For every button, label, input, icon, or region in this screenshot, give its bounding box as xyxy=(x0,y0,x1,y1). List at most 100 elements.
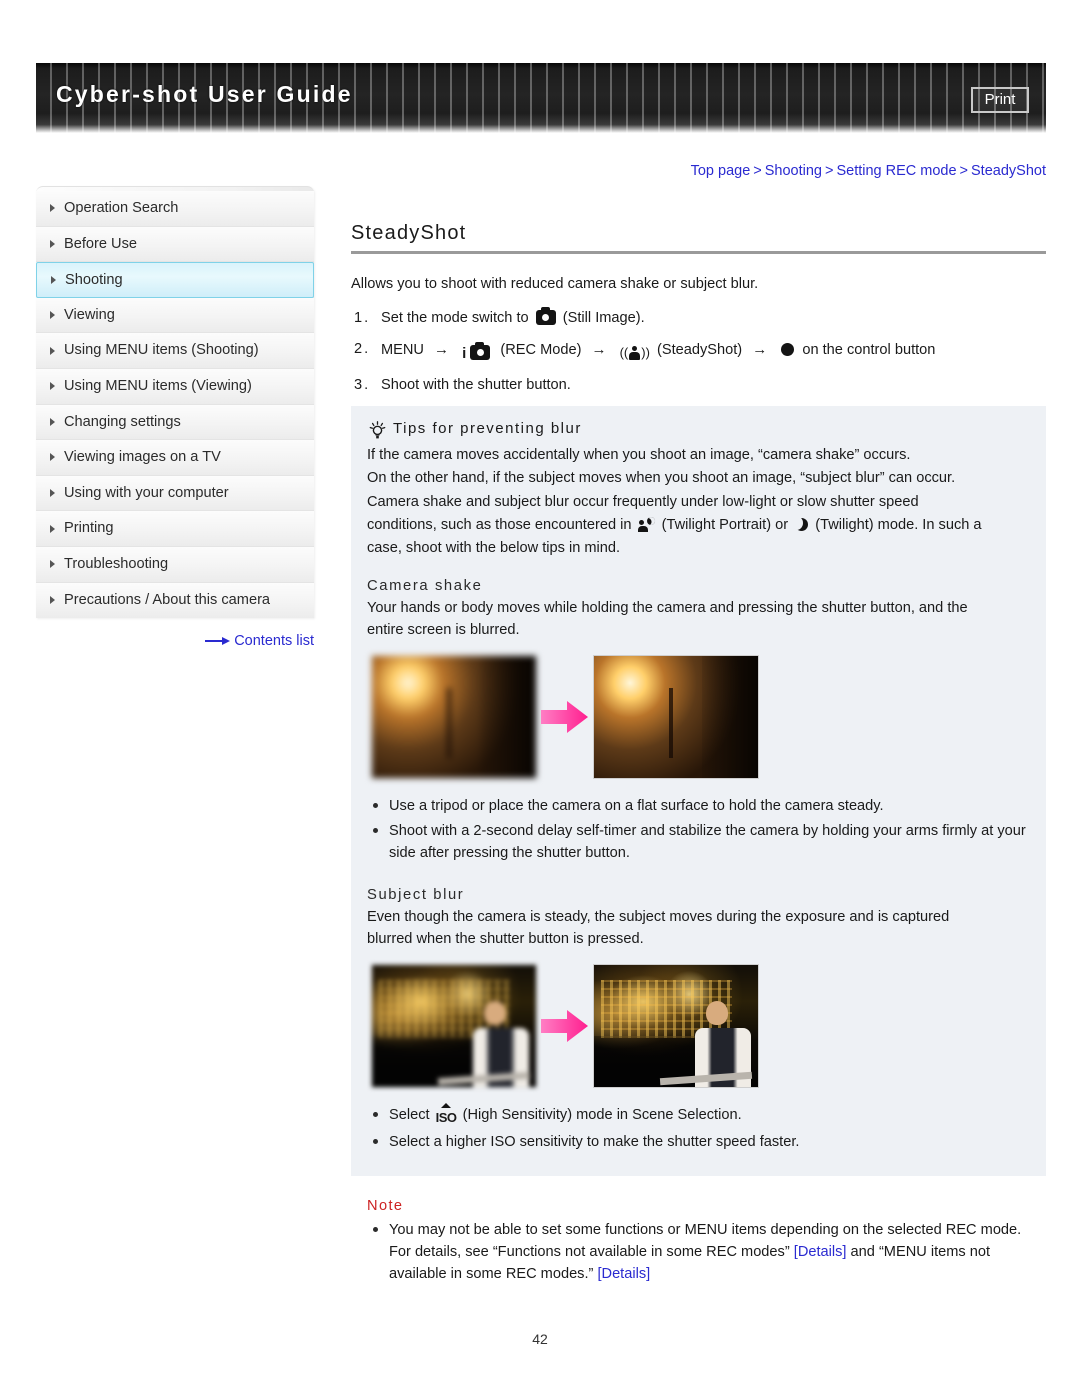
sidebar-item-label: Operation Search xyxy=(64,200,179,216)
subject-blur-bullets: Select ISO (High Sensitivity) mode in Sc… xyxy=(367,1102,1030,1153)
header-banner: Cyber-shot User Guide Print xyxy=(36,63,1046,133)
tips-body: If the camera moves accidentally when yo… xyxy=(367,444,1030,559)
sidebar-item-troubleshooting[interactable]: Troubleshooting xyxy=(36,546,314,583)
breadcrumb: Top page > Shooting > Setting REC mode > Stead… xyxy=(340,163,1046,179)
breadcrumb-item-setting-rec-mode[interactable]: Setting REC mode xyxy=(836,163,956,179)
step-3: 3. Shoot with the shutter button. xyxy=(351,375,1046,397)
breadcrumb-item-top-page[interactable]: Top page xyxy=(691,163,751,179)
sidebar-item-label: Before Use xyxy=(64,235,138,252)
step-1: 1. Set the mode switch to (Still Image). xyxy=(351,306,1046,330)
camera-shake-bullets: Use a tripod or place the camera on a fl… xyxy=(367,795,1030,865)
print-button[interactable]: Print xyxy=(971,87,1029,113)
note-line-1: You may not be able to set some function… xyxy=(389,1221,977,1238)
camera-shake-before-photo xyxy=(371,655,537,780)
chevron-right-icon xyxy=(50,382,55,391)
chevron-right-icon xyxy=(50,239,55,248)
sidebar-item-label: Using MENU items (Viewing) xyxy=(64,377,252,394)
arrow-right-glyph: → xyxy=(434,341,450,359)
step-tail-text: on the control button xyxy=(802,342,936,359)
breadcrumb-separator: > xyxy=(753,163,762,179)
person-glyph-icon xyxy=(628,346,641,361)
sidebar-item-operation-search[interactable]: Operation Search xyxy=(36,191,314,227)
note-line-2-post: and “MENU xyxy=(850,1243,927,1260)
rec-mode-label: (REC Mode) xyxy=(500,342,582,359)
details-link-1[interactable]: [Details] xyxy=(794,1244,847,1260)
comparison-arrow xyxy=(537,655,593,779)
twilight-portrait-icon xyxy=(637,515,656,532)
camera-glyph-icon xyxy=(470,341,491,361)
tips-heading: Tips for preventing blur xyxy=(367,420,1030,439)
sidebar-item-shooting[interactable]: Shooting xyxy=(36,262,314,298)
sidebar-item-viewing[interactable]: Viewing xyxy=(36,297,314,334)
step-text-pre: Set the mode switch to xyxy=(381,310,529,327)
tips-paragraph-4-post: (Twilight) mode. In such a xyxy=(815,516,982,533)
subject-blur-after-photo xyxy=(593,963,759,1088)
breadcrumb-item-steadyshot[interactable]: SteadyShot xyxy=(971,163,1046,179)
sidebar-item-viewing-images-on-a-tv[interactable]: Viewing images on a TV xyxy=(36,440,314,476)
sidebar-item-using-menu-items-shooting[interactable]: Using MENU items (Shooting) xyxy=(36,333,314,369)
sidebar-item-precautions-about-this-camera[interactable]: Precautions / About this camera xyxy=(36,582,314,619)
subject-blur-body: Even though the camera is steady, the su… xyxy=(367,906,1030,950)
bullet-text-post: (High Sensitivity) mode in Scene Selecti… xyxy=(462,1106,742,1123)
sidebar-item-label: Precautions / About this camera xyxy=(64,591,271,608)
tips-paragraph-4: conditions, such as those encountered in… xyxy=(367,514,1030,537)
high-sensitivity-iso-icon: ISO xyxy=(436,1102,457,1128)
lamp-fixture xyxy=(447,687,452,759)
chevron-right-icon xyxy=(51,275,56,284)
still-image-camera-icon xyxy=(535,306,556,326)
step-number: 1. xyxy=(354,310,371,327)
moon-glyph-icon xyxy=(645,515,656,526)
contents-list-link[interactable]: Contents list xyxy=(36,633,314,649)
sidebar-item-using-with-your-computer[interactable]: Using with your computer xyxy=(36,475,314,512)
subject-blur-before-photo xyxy=(371,963,537,1088)
details-link-2[interactable]: [Details] xyxy=(597,1266,650,1282)
breadcrumb-separator: > xyxy=(959,163,969,179)
chevron-right-icon xyxy=(50,560,55,569)
app-title: Cyber-shot User Guide xyxy=(56,81,353,107)
sidebar-item-printing[interactable]: Printing xyxy=(36,511,314,547)
breadcrumb-separator: > xyxy=(824,163,834,179)
bullet-text-pre: Select xyxy=(389,1106,430,1123)
sidebar-item-using-menu-items-viewing[interactable]: Using MENU items (Viewing) xyxy=(36,368,314,405)
contents-list-label: Contents list xyxy=(234,633,314,649)
subject-blur-image-comparison xyxy=(371,963,1030,1088)
sidebar-item-changing-settings[interactable]: Changing settings xyxy=(36,404,314,441)
main-content: SteadyShot Allows you to shoot with redu… xyxy=(351,222,1046,1285)
camera-shake-after-photo xyxy=(593,655,759,780)
camera-shake-line-1: Your hands or body moves while holding t… xyxy=(367,599,968,616)
steadyshot-label: (SteadyShot) xyxy=(656,342,743,359)
page-number: 42 xyxy=(532,1331,548,1347)
chevron-right-icon xyxy=(50,346,55,355)
arrow-right-glyph: → xyxy=(591,341,607,359)
sidebar-item-label: Using with your computer xyxy=(64,484,229,501)
sidebar-item-before-use[interactable]: Before Use xyxy=(36,226,314,263)
comparison-arrow xyxy=(537,964,593,1088)
camera-shake-heading: Camera shake xyxy=(367,577,483,594)
arrow-right-icon xyxy=(205,637,231,646)
sidebar-nav: Operation Search Before Use Shooting Vie… xyxy=(36,186,314,619)
sidebar-item-label: Shooting xyxy=(65,272,123,289)
tips-heading-label: Tips for preventing blur xyxy=(393,420,582,438)
list-item: Select ISO (High Sensitivity) mode in Sc… xyxy=(367,1102,1030,1128)
tips-paragraph-4-mid: (Twilight Portrait) or xyxy=(661,516,789,533)
sidebar-item-label: Viewing xyxy=(64,306,115,323)
control-button-center-icon xyxy=(781,343,795,357)
intro-paragraph: Allows you to shoot with reduced camera … xyxy=(351,276,759,292)
tips-paragraph-5: case, shoot with the below tips in mind. xyxy=(367,539,621,556)
camera-shake-image-comparison xyxy=(371,655,1030,780)
menu-label: MENU xyxy=(381,342,424,359)
step-2: 2. MENU → i (REC Mode) → (()) (SteadySho… xyxy=(351,339,1046,366)
list-item: Select a higher ISO sensitivity to make … xyxy=(367,1131,1030,1153)
list-item: Use a tripod or place the camera on a fl… xyxy=(367,795,1030,817)
breadcrumb-item-shooting[interactable]: Shooting xyxy=(765,163,822,179)
chevron-right-icon xyxy=(50,453,55,462)
chevron-right-icon xyxy=(50,311,55,320)
list-item: Shoot with a 2-second delay self-timer a… xyxy=(367,820,1030,864)
step-text: Shoot with the shutter button. xyxy=(381,376,571,393)
photo-shadow xyxy=(702,656,758,779)
sidebar-item-label: Changing settings xyxy=(64,413,181,430)
photo-shadow xyxy=(480,656,536,779)
camera-shake-line-2: entire screen is blurred. xyxy=(367,621,520,638)
subject-blur-heading: Subject blur xyxy=(367,886,465,903)
rec-mode-icon: i xyxy=(462,341,493,366)
